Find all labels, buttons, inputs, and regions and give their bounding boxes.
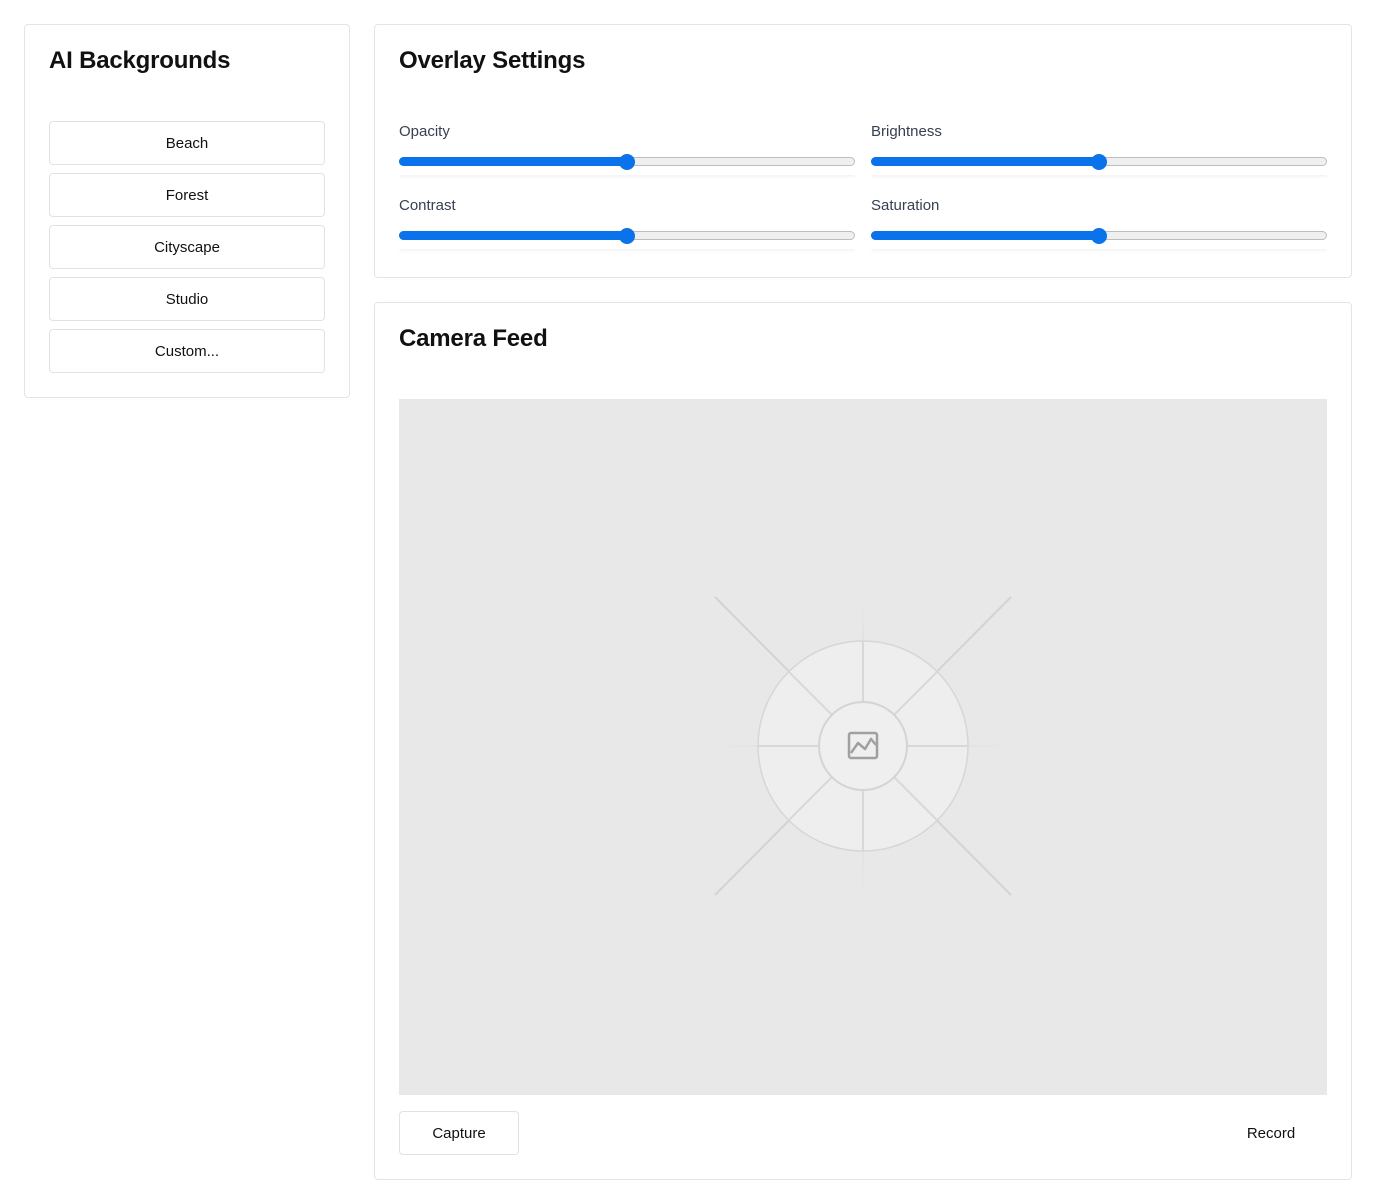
image-placeholder-icon (714, 596, 1012, 896)
background-custom-button[interactable]: Custom... (49, 329, 325, 373)
background-forest-button[interactable]: Forest (49, 173, 325, 217)
slider-fill (871, 231, 1099, 240)
overlay-settings-panel: Overlay Settings Opacity Brightness Cont… (374, 24, 1352, 278)
camera-feed-panel: Camera Feed Capture Record (374, 302, 1352, 1180)
capture-button[interactable]: Capture (399, 1111, 519, 1155)
slider-thumb[interactable] (619, 228, 635, 244)
backgrounds-title: AI Backgrounds (49, 47, 231, 74)
camera-view[interactable] (399, 399, 1327, 1095)
slider-shadow (871, 249, 1327, 253)
opacity-slider[interactable] (399, 145, 855, 179)
brightness-slider[interactable] (871, 145, 1327, 179)
opacity-label: Opacity (399, 123, 450, 140)
background-beach-button[interactable]: Beach (49, 121, 325, 165)
slider-fill (871, 157, 1099, 166)
overlay-settings-title: Overlay Settings (399, 47, 586, 74)
slider-shadow (871, 175, 1327, 179)
slider-shadow (399, 249, 855, 253)
slider-thumb[interactable] (1091, 154, 1107, 170)
slider-thumb[interactable] (1091, 228, 1107, 244)
slider-thumb[interactable] (619, 154, 635, 170)
brightness-label: Brightness (871, 123, 942, 140)
saturation-slider[interactable] (871, 219, 1327, 253)
slider-fill (399, 157, 627, 166)
contrast-label: Contrast (399, 197, 456, 214)
saturation-label: Saturation (871, 197, 940, 214)
record-button[interactable]: Record (1215, 1111, 1327, 1155)
backgrounds-panel: AI Backgrounds Beach Forest Cityscape St… (24, 24, 350, 398)
camera-feed-title: Camera Feed (399, 325, 548, 352)
slider-shadow (399, 175, 855, 179)
slider-fill (399, 231, 627, 240)
background-studio-button[interactable]: Studio (49, 277, 325, 321)
background-cityscape-button[interactable]: Cityscape (49, 225, 325, 269)
contrast-slider[interactable] (399, 219, 855, 253)
